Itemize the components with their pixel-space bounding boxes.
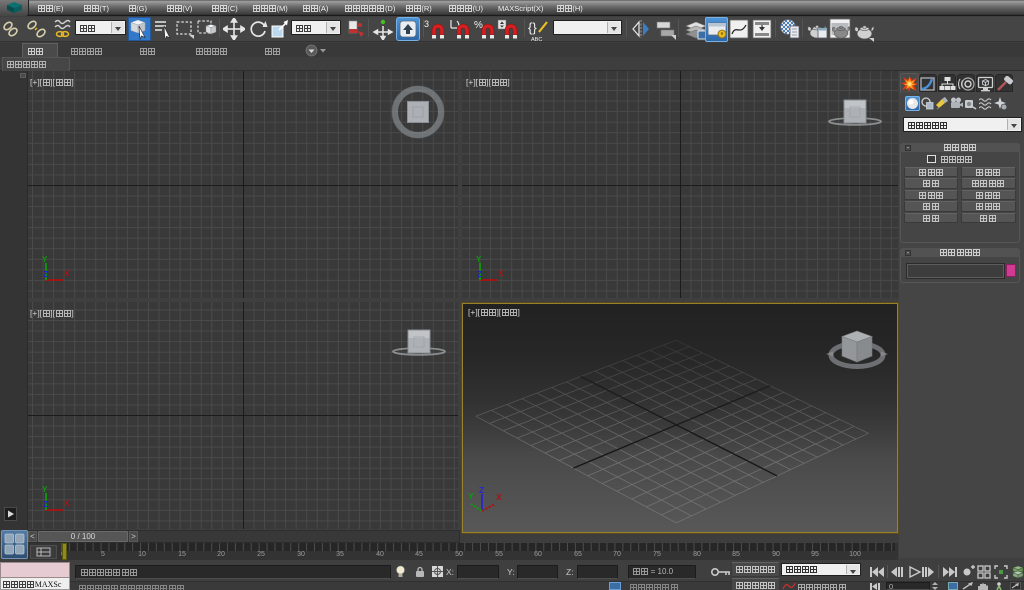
svg-text:Z: Z	[477, 270, 482, 279]
svg-text:%: %	[474, 20, 483, 31]
svg-text:X: X	[496, 492, 502, 502]
svg-text:Z: Z	[479, 486, 484, 495]
svg-text:Y: Y	[476, 255, 482, 264]
svg-text:X: X	[498, 269, 504, 278]
svg-text:{}: {}	[528, 20, 537, 35]
svg-text:Y: Y	[42, 485, 48, 494]
svg-text:Z: Z	[43, 500, 48, 509]
svg-text:3: 3	[424, 19, 429, 29]
svg-text:ABC: ABC	[531, 37, 542, 42]
svg-text:Z: Z	[43, 270, 48, 279]
svg-text:Y: Y	[468, 491, 474, 501]
svg-text:X: X	[64, 499, 70, 508]
svg-text:X: X	[64, 269, 70, 278]
svg-text:Y: Y	[42, 255, 48, 264]
